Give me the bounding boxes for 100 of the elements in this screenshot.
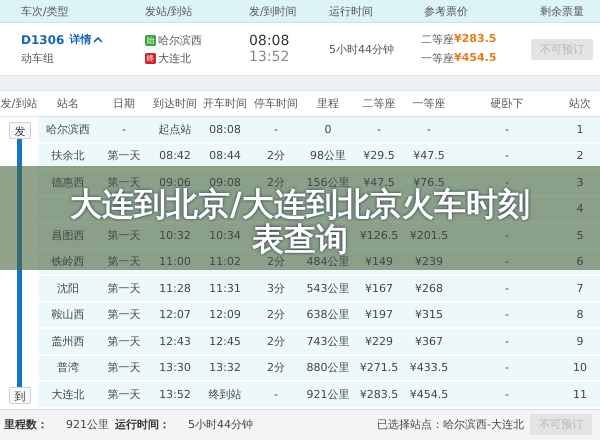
table-cell-text: 大连北 [50, 386, 86, 402]
table-cell-text: 第一天 [106, 386, 142, 402]
table-cell-text: 扶余北 [50, 148, 86, 164]
table-cell-text: 第一天 [106, 307, 142, 322]
column-header: 站次 [568, 96, 592, 111]
table-cell-text: ¥167 [364, 282, 394, 295]
table-cell-text: 3 [576, 176, 584, 189]
table-cell-text: 2分 [266, 360, 286, 376]
selected-stations: 已选择站点：哈尔滨西-大连北 [377, 417, 524, 432]
table-cell-text: 11:28 [158, 282, 192, 295]
table-cell-text: ¥126.5 [358, 228, 400, 242]
table-cell-text: ¥76.5 [413, 176, 445, 189]
table-cell-text: 156公里 [306, 174, 350, 189]
table-cell-text: 09:08 [209, 176, 241, 189]
table-cell-text: 08:42 [158, 149, 192, 162]
table-cell-text: 12:07 [158, 308, 192, 322]
terminal-tag: 终 [145, 52, 156, 64]
table-cell-text: 6 [576, 255, 584, 268]
column-header: 到达时间 [152, 96, 198, 111]
table-cell-text: 743公里 [306, 334, 350, 349]
arrival-time: 13:52 [249, 49, 290, 65]
duration-label: 运行时间： [115, 417, 170, 432]
table-cell-text: 3分 [266, 280, 286, 296]
table-cell-text: 880公里 [306, 360, 350, 376]
seat-class: 一等座 [421, 51, 454, 66]
ticket-price: ¥283.5 [454, 32, 496, 47]
table-cell-text: 11 [572, 388, 588, 401]
table-cell-text: - [504, 122, 510, 136]
column-header: 发/到时间 [249, 4, 298, 18]
table-cell-text: ¥47.5 [412, 149, 446, 162]
table-cell-text: 638公里 [306, 307, 350, 322]
table-cell-text: 第一天 [106, 228, 142, 243]
table-cell-text: 2分 [266, 255, 286, 270]
table-cell-text: - [504, 334, 510, 348]
column-header: 运行时间 [329, 4, 374, 18]
departure-time: 08:08 [249, 33, 290, 49]
table-cell-text: 13:32 [208, 361, 242, 374]
table-cell-text: - [504, 282, 510, 295]
station-name: 大连北 [158, 50, 191, 66]
table-cell-text: ¥197 [364, 308, 394, 322]
table-cell-text: ¥239 [414, 255, 444, 268]
table-cell-text: 09:06 [158, 176, 191, 189]
column-header: 发/到站 [0, 96, 38, 111]
table-cell-text: 13:30 [158, 361, 192, 374]
table-cell-text: 13:52 [158, 388, 192, 401]
table-cell-text: - [273, 388, 279, 401]
duration-value: 5小时44分钟 [188, 417, 253, 432]
column-header: 硬卧下 [490, 96, 524, 111]
table-cell-text: 11:02 [208, 255, 242, 268]
table-cell-text: 德惠西 [50, 174, 84, 189]
table-cell-text: 10:34 [208, 228, 242, 242]
table-cell-text: 12:43 [158, 334, 192, 348]
table-cell-text: 9 [576, 334, 584, 348]
table-cell-text: ¥201.5 [408, 228, 450, 242]
banner-title: 大连到北京/大连到北京火车时刻 [70, 188, 530, 220]
table-cell-text: ¥367 [414, 334, 444, 348]
table-cell-text: 铁岭西 [50, 254, 86, 270]
table-cell-text: ¥47.5 [363, 176, 395, 189]
table-cell-text: 98公里 [309, 148, 347, 164]
departure-tag: 发 [9, 122, 31, 139]
table-cell-text: ¥271.5 [358, 361, 400, 374]
table-cell-text: 2分 [266, 148, 286, 164]
column-header: 一等座 [412, 96, 446, 111]
column-header: 发站/到站 [145, 4, 194, 18]
table-cell-text: 2分 [267, 174, 285, 189]
table-cell-text: 昌图西 [50, 228, 86, 243]
train-type: 动车组 [21, 51, 55, 66]
table-cell-text: ¥29.5 [362, 149, 396, 162]
table-cell-text: 2分 [266, 334, 286, 349]
table-cell-text: - [505, 176, 509, 189]
table-cell-text: 4 [576, 202, 584, 216]
table-cell-text: 12:09 [208, 308, 242, 322]
table-cell-text: 哈尔滨西 [45, 122, 91, 137]
column-header: 剩余票量 [540, 4, 585, 18]
table-cell-text: - [504, 149, 510, 162]
table-cell-text: 1 [576, 122, 584, 136]
table-cell-text: ¥283.5 [358, 388, 400, 401]
table-cell-text: - [504, 308, 510, 322]
table-cell-text: - [504, 388, 510, 401]
table-cell-text: ¥454.5 [408, 388, 450, 401]
seat-class: 二等座 [421, 32, 454, 47]
table-cell-text: 484公里 [306, 255, 350, 270]
column-header: 日期 [112, 96, 136, 111]
table-cell-text: 起点站 [158, 122, 192, 137]
table-cell-text: 11:00 [158, 255, 192, 268]
table-cell-text: 08:08 [208, 122, 242, 136]
table-cell-text: ¥268 [414, 282, 444, 295]
table-cell-text: - [376, 122, 382, 136]
table-cell-text: 08:44 [208, 149, 242, 162]
table-cell-text: 12:45 [208, 334, 242, 348]
banner-title: 表查询 [252, 223, 348, 255]
table-cell-text: 921公里 [306, 386, 350, 402]
train-number: D1306 [21, 32, 64, 46]
table-cell-text: ¥315 [414, 308, 444, 322]
table-cell-text: - [121, 122, 127, 136]
details-link[interactable]: 详情 [69, 32, 104, 47]
table-cell-text: 第一天 [106, 254, 142, 270]
origin-tag: 始 [145, 34, 156, 46]
table-cell-text: 第一天 [106, 148, 142, 164]
table-cell-text: 2 [576, 149, 584, 162]
